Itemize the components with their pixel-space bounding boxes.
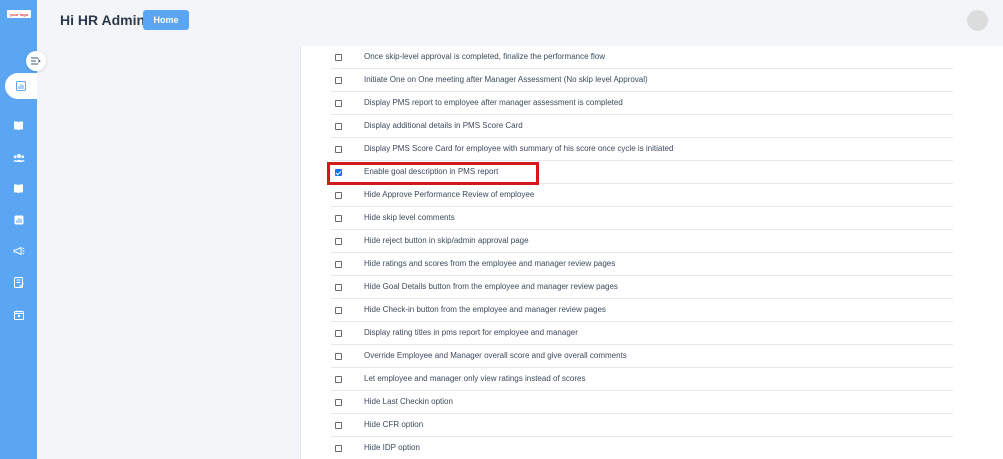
home-button[interactable]: Home — [143, 10, 189, 30]
logo[interactable]: your logo — [7, 10, 31, 18]
page-title: Hi HR Admin — [60, 12, 146, 28]
option-label: Display PMS Score Card for employee with… — [364, 144, 674, 153]
megaphone-icon — [13, 246, 24, 255]
option-row: Hide reject button in skip/admin approva… — [331, 230, 953, 253]
avatar[interactable] — [967, 10, 988, 31]
option-checkbox[interactable] — [335, 284, 342, 291]
option-checkbox[interactable] — [335, 192, 342, 199]
option-checkbox[interactable] — [335, 307, 342, 314]
option-label: Hide Goal Details button from the employ… — [364, 282, 618, 291]
option-label: Hide Approve Performance Review of emplo… — [364, 190, 535, 199]
sidebar-item-analytics[interactable] — [12, 213, 25, 226]
option-checkbox[interactable] — [335, 376, 342, 383]
sidebar-item-calendar[interactable] — [12, 308, 25, 321]
option-row: Hide skip level comments — [331, 207, 953, 230]
option-label: Hide skip level comments — [364, 213, 455, 222]
option-label: Hide IDP option — [364, 443, 420, 452]
option-row: Display additional details in PMS Score … — [331, 115, 953, 138]
option-checkbox[interactable] — [335, 100, 342, 107]
option-label: Display additional details in PMS Score … — [364, 121, 523, 130]
option-row: Once skip-level approval is completed, f… — [331, 46, 953, 69]
book-icon — [14, 121, 23, 130]
app-root: your logo Hi HR Admin Home Once skip-lev… — [0, 0, 1003, 459]
option-checkbox[interactable] — [335, 330, 342, 337]
option-label: Initiate One on One meeting after Manage… — [364, 75, 648, 84]
option-row: Display PMS report to employee after man… — [331, 92, 953, 115]
option-row: Hide Approve Performance Review of emplo… — [331, 184, 953, 207]
collapse-icon — [31, 57, 41, 65]
option-checkbox[interactable] — [335, 146, 342, 153]
option-checkbox[interactable] — [335, 238, 342, 245]
option-checkbox[interactable] — [335, 215, 342, 222]
option-label: Display rating titles in pms report for … — [364, 328, 578, 337]
sidebar-item-announcements[interactable] — [12, 244, 25, 257]
reports-icon — [16, 81, 26, 91]
logo-text: your logo — [9, 11, 29, 17]
option-row: Let employee and manager only view ratin… — [331, 368, 953, 391]
option-checkbox[interactable] — [335, 399, 342, 406]
option-row: Display PMS Score Card for employee with… — [331, 138, 953, 161]
analytics-icon — [14, 215, 23, 224]
option-checkbox[interactable] — [335, 54, 342, 61]
sidebar-collapse-button[interactable] — [26, 51, 46, 71]
option-checkbox[interactable] — [335, 261, 342, 268]
sidebar-item-reports[interactable] — [5, 73, 41, 99]
sidebar-item-learning[interactable] — [12, 182, 25, 195]
book-open-icon — [14, 184, 23, 193]
option-label: Hide ratings and scores from the employe… — [364, 259, 616, 268]
option-checkbox[interactable] — [335, 123, 342, 130]
settings-panel: Once skip-level approval is completed, f… — [300, 46, 1003, 459]
option-label: Hide Check-in button from the employee a… — [364, 305, 606, 314]
option-label: Display PMS report to employee after man… — [364, 98, 623, 107]
sidebar-item-tasks[interactable] — [12, 276, 25, 289]
highlight-box — [327, 162, 539, 185]
main-content: Once skip-level approval is completed, f… — [37, 46, 1003, 459]
header: Hi HR Admin Home — [37, 0, 1003, 46]
option-label: Hide Last Checkin option — [364, 397, 453, 406]
calendar-icon — [13, 310, 24, 320]
option-row: Display rating titles in pms report for … — [331, 322, 953, 345]
option-checkbox[interactable] — [335, 77, 342, 84]
option-checkbox[interactable] — [335, 422, 342, 429]
option-label: Once skip-level approval is completed, f… — [364, 52, 606, 61]
option-row: Hide IDP option — [331, 437, 953, 459]
option-row: Initiate One on One meeting after Manage… — [331, 69, 953, 92]
option-label: Hide CFR option — [364, 420, 424, 429]
option-label: Let employee and manager only view ratin… — [364, 374, 586, 383]
checklist-icon — [13, 277, 24, 288]
users-icon — [12, 153, 25, 162]
option-row: Hide CFR option — [331, 414, 953, 437]
sidebar-item-goals[interactable] — [12, 119, 25, 132]
sidebar-item-users[interactable] — [12, 151, 25, 164]
option-checkbox[interactable] — [335, 353, 342, 360]
option-label: Hide reject button in skip/admin approva… — [364, 236, 529, 245]
option-row: Hide Check-in button from the employee a… — [331, 299, 953, 322]
option-label: Override Employee and Manager overall sc… — [364, 351, 627, 360]
option-row: Hide Last Checkin option — [331, 391, 953, 414]
option-row: Override Employee and Manager overall sc… — [331, 345, 953, 368]
option-checkbox[interactable] — [335, 445, 342, 452]
option-row: Hide ratings and scores from the employe… — [331, 253, 953, 276]
option-row: Hide Goal Details button from the employ… — [331, 276, 953, 299]
